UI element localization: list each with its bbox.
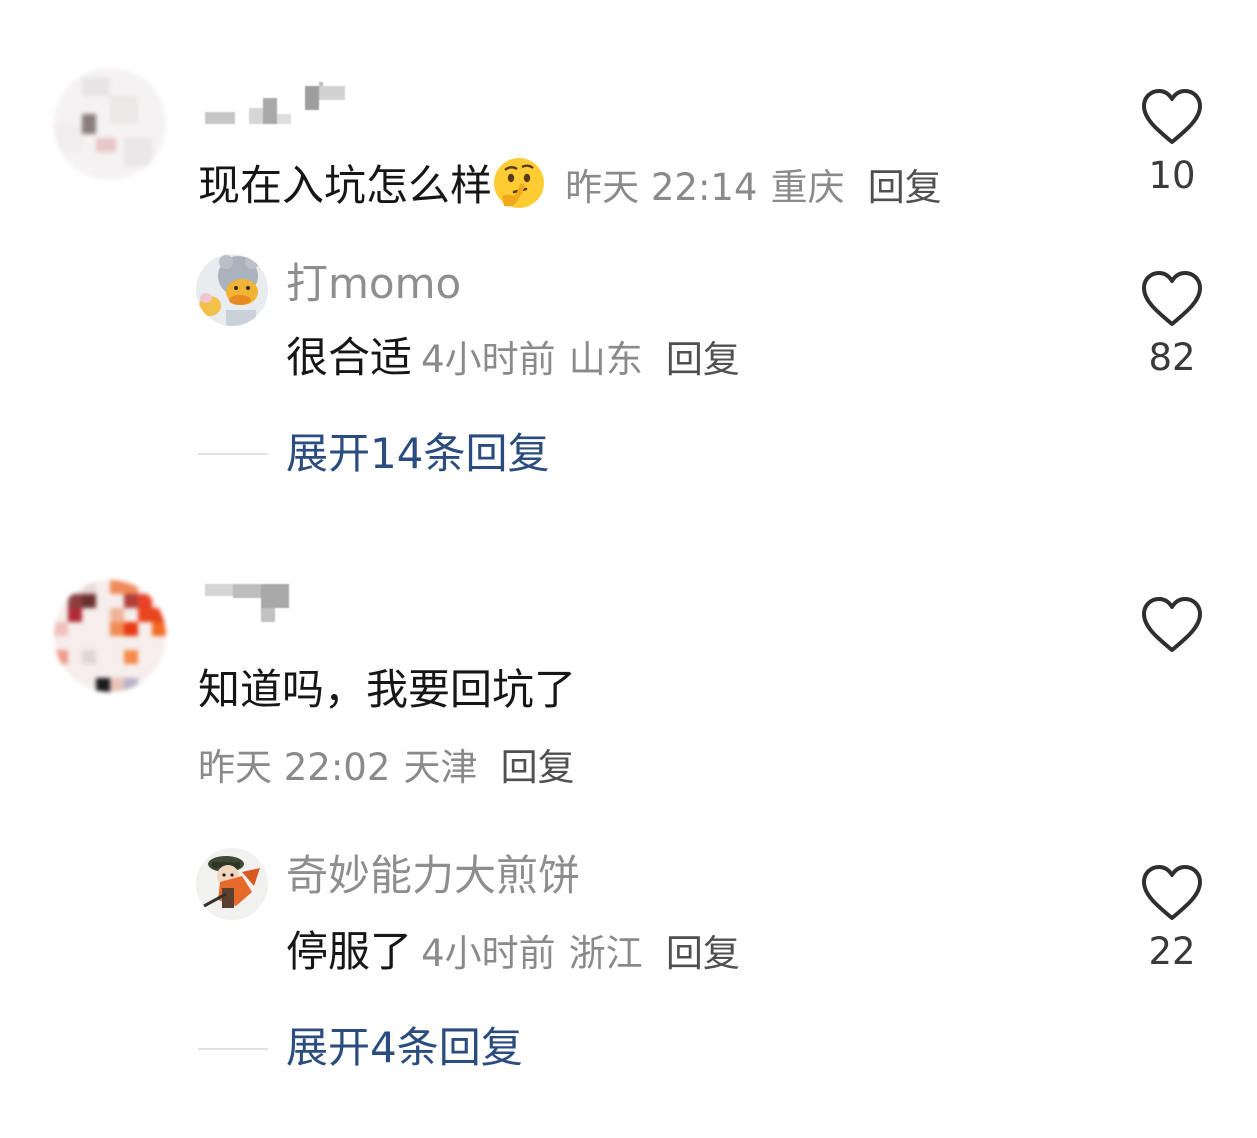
reply-text: 停服了 [286,927,413,976]
reply-location: 山东 [568,338,643,381]
comment-time: 昨天 22:02 [198,746,391,789]
like-button[interactable] [1132,596,1212,654]
expand-replies-button[interactable]: 展开14条回复 [286,426,549,482]
reply-username[interactable]: 奇妙能力大煎饼 [286,848,580,904]
avatar[interactable] [54,580,166,692]
like-count: 22 [1148,930,1196,973]
avatar-image [54,68,166,180]
reply-body: 停服了 4小时前 浙江 回复 [286,924,740,982]
comment-location: 重庆 [770,166,845,209]
divider [198,1048,268,1050]
like-button[interactable]: 22 [1132,864,1212,976]
heart-icon [1142,271,1202,326]
comment-location: 天津 [403,746,478,789]
reply-avatar[interactable] [196,848,268,920]
heart-icon [1142,865,1202,920]
thinking-face-icon [492,156,546,210]
avatar-image [196,848,268,920]
reply-location: 浙江 [568,932,643,975]
username-redacted[interactable] [205,78,350,126]
reply-text: 很合适 [286,333,413,382]
reply-button[interactable]: 回复 [868,166,942,209]
expand-replies-button[interactable]: 展开4条回复 [286,1020,523,1076]
like-button[interactable]: 82 [1132,270,1212,382]
reply-time: 4小时前 [421,338,556,381]
heart-icon [1142,89,1202,144]
divider [198,453,268,455]
reply-body: 很合适 4小时前 山东 回复 [286,330,740,388]
avatar[interactable] [54,68,166,180]
avatar-image [196,254,268,326]
avatar-image [54,580,166,692]
like-count: 82 [1148,336,1196,379]
comment-text: 现在入坑怎么样 [198,161,493,210]
like-count: 10 [1148,154,1196,197]
comment-body: 现在入坑怎么样 昨天 22:14 重庆 回复 [198,156,942,216]
reply-username[interactable]: 打momo [286,256,461,312]
heart-icon [1142,597,1202,652]
comment-meta-row: 昨天 22:02 天津 回复 [198,740,575,796]
reply-avatar[interactable] [196,254,268,326]
comment-time: 昨天 22:14 [565,166,758,209]
like-button[interactable]: 10 [1132,88,1212,200]
reply-time: 4小时前 [421,932,556,975]
reply-button[interactable]: 回复 [666,338,740,381]
username-redacted[interactable] [205,580,295,628]
reply-button[interactable]: 回复 [501,746,575,789]
comment-text: 知道吗，我要回坑了 [198,665,577,714]
reply-button[interactable]: 回复 [666,932,740,975]
